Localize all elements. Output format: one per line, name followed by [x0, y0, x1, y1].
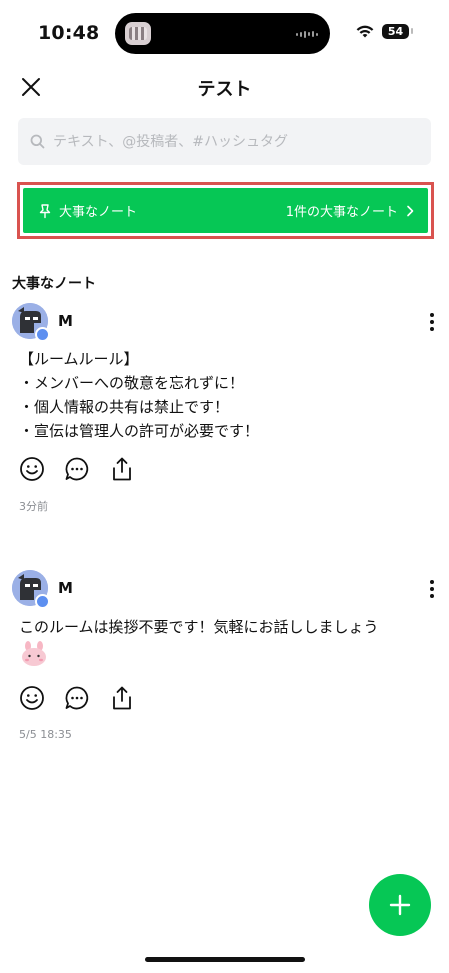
- audio-wave-icon: [296, 29, 318, 39]
- post-line: 【ルームルール】: [19, 350, 139, 368]
- post-line: ・宣伝は管理人の許可が必要です！: [19, 422, 260, 440]
- wifi-icon: [356, 25, 374, 37]
- dynamic-island: [115, 13, 330, 54]
- post-header: M: [12, 303, 442, 343]
- now-playing-thumbnail: [125, 22, 151, 45]
- status-indicators: 54: [356, 24, 413, 39]
- post-line: このルームは挨拶不要です！気軽にお話ししましょう: [19, 618, 379, 636]
- reaction-icon[interactable]: [19, 456, 45, 482]
- post-line: ・メンバーへの敬意を忘れずに！: [19, 374, 245, 392]
- author-name: M: [58, 579, 73, 597]
- author-name: M: [58, 312, 73, 330]
- admin-badge-icon: [35, 327, 50, 342]
- post-body: 【ルームルール】 ・メンバーへの敬意を忘れずに！ ・個人情報の共有は禁止です！ …: [19, 347, 259, 443]
- search-bar[interactable]: [18, 118, 431, 165]
- post-time: 3分前: [19, 500, 48, 513]
- admin-badge-icon: [35, 594, 50, 609]
- banner-left: 大事なノート: [37, 201, 137, 220]
- post-body: このルームは挨拶不要です！気軽にお話ししましょう: [19, 615, 379, 674]
- plus-icon: [389, 894, 411, 916]
- post-time: 5/5 18:35: [19, 728, 72, 741]
- chevron-right-icon: [407, 205, 414, 216]
- home-indicator: [145, 957, 305, 962]
- comment-icon[interactable]: [64, 456, 90, 482]
- pin-icon: [39, 203, 51, 218]
- banner-label: 大事なノート: [59, 205, 138, 220]
- search-input[interactable]: [53, 133, 403, 150]
- important-notes-banner[interactable]: 大事なノート 1件の大事なノート: [23, 188, 428, 233]
- more-options-button[interactable]: [424, 309, 440, 335]
- post-actions: [19, 685, 135, 711]
- post-header: M: [12, 570, 442, 610]
- add-post-button[interactable]: [369, 874, 431, 936]
- post-line: ・個人情報の共有は禁止です！: [19, 398, 230, 416]
- status-bar: 10:48 54: [0, 0, 449, 62]
- banner-count: 1件の大事なノート: [285, 205, 398, 220]
- comment-icon[interactable]: [64, 685, 90, 711]
- rabbit-emoji-icon: [22, 641, 46, 666]
- header: テスト: [0, 66, 449, 108]
- important-notes-highlight: 大事なノート 1件の大事なノート: [17, 182, 434, 239]
- reaction-icon[interactable]: [19, 685, 45, 711]
- section-title: 大事なノート: [12, 276, 96, 292]
- share-icon[interactable]: [109, 456, 135, 482]
- share-icon[interactable]: [109, 685, 135, 711]
- post-actions: [19, 456, 135, 482]
- banner-right: 1件の大事なノート: [286, 201, 416, 220]
- search-icon: [30, 134, 45, 149]
- more-options-button[interactable]: [424, 576, 440, 602]
- page-title: テスト: [197, 79, 252, 100]
- battery-icon: 54: [382, 24, 413, 39]
- status-time: 10:48: [38, 22, 100, 44]
